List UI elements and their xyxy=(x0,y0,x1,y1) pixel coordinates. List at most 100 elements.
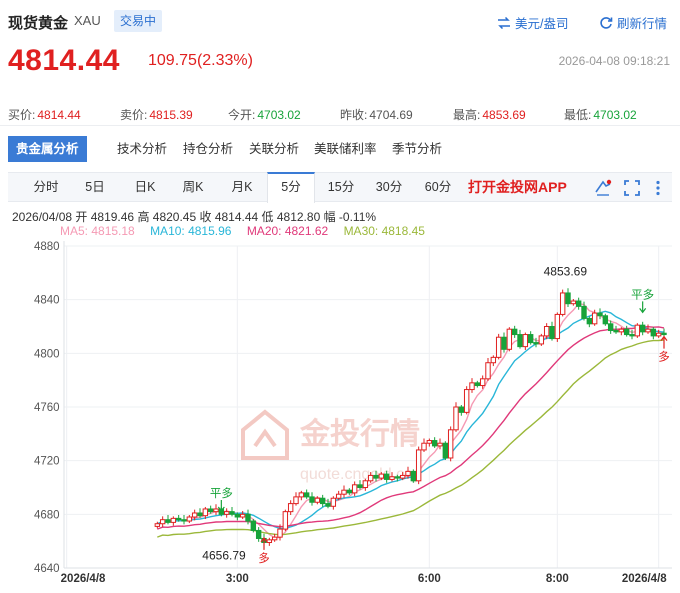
candle-body xyxy=(463,389,470,413)
fullscreen-icon[interactable] xyxy=(621,173,643,202)
candle-body xyxy=(250,520,257,531)
candle-body xyxy=(266,539,273,544)
unit-switch-link[interactable]: 美元/盎司 xyxy=(497,13,568,32)
y-tick-label: 4760 xyxy=(34,402,60,414)
watermark-logo xyxy=(241,409,289,460)
x-tick-label: 2026/4/8 xyxy=(61,573,106,585)
period-5min[interactable]: 5分 xyxy=(267,172,315,203)
low-price-label: 4656.79 xyxy=(202,548,246,562)
period-daily[interactable]: 日K xyxy=(121,173,169,202)
tab-technical[interactable]: 技术分析 xyxy=(117,136,167,162)
high-stat: 最高: 4853.69 xyxy=(453,106,526,123)
candle-body xyxy=(442,442,449,459)
tab-correlation[interactable]: 关联分析 xyxy=(249,136,299,162)
y-tick-label: 4720 xyxy=(34,456,60,468)
candle-body xyxy=(357,484,363,488)
candle-body xyxy=(154,523,161,527)
low-value: 4703.02 xyxy=(593,108,637,122)
candle-body xyxy=(623,328,630,336)
candle-body xyxy=(586,317,593,325)
high-label: 最高: xyxy=(453,108,481,122)
candle-body xyxy=(271,536,278,541)
candle-body xyxy=(655,332,662,337)
period-weekly[interactable]: 周K xyxy=(169,173,217,202)
prev-close-label: 昨收: xyxy=(340,108,368,122)
prev-close-value: 4704.69 xyxy=(369,108,413,122)
close-long-arrow xyxy=(639,301,647,314)
period-monthly[interactable]: 月K xyxy=(218,173,266,202)
candle-body xyxy=(490,356,497,364)
candle-body xyxy=(341,489,347,495)
kline-chart-area[interactable]: 金投行情 quote.cngold.org 4640 4680 4720 4760 48… xyxy=(0,236,680,593)
candle-body xyxy=(378,473,385,479)
candle-body xyxy=(239,513,246,518)
candle-body xyxy=(405,470,411,476)
candle-body xyxy=(538,335,545,345)
draw-tool-icon[interactable] xyxy=(592,173,614,202)
candle-body xyxy=(549,326,555,340)
bid-value: 4814.44 xyxy=(37,108,81,122)
candle-body xyxy=(159,519,166,525)
candle-body xyxy=(394,476,401,479)
candle-body xyxy=(255,529,262,539)
candle-body xyxy=(437,442,443,447)
candle-body xyxy=(287,503,294,513)
prev-close-stat: 昨收: 4704.69 xyxy=(340,106,413,123)
candle-body xyxy=(346,489,353,494)
more-icon[interactable] xyxy=(648,173,668,202)
candle-body xyxy=(293,496,299,505)
tab-seasonal[interactable]: 季节分析 xyxy=(392,136,442,162)
candle-body xyxy=(661,332,667,336)
candle-body xyxy=(410,470,417,482)
bid-label: 买价: xyxy=(8,108,36,122)
tab-precious-metals[interactable]: 贵金属分析 xyxy=(8,136,87,162)
high-price-label: 4853.69 xyxy=(544,264,588,278)
candle-body xyxy=(175,517,182,521)
quote-timestamp: 2026-04-08 09:18:21 xyxy=(558,54,670,68)
long-signal: 多 xyxy=(658,350,670,364)
candle-body xyxy=(607,323,614,332)
candle-body xyxy=(517,334,523,348)
candle-body xyxy=(570,300,577,305)
candle-body xyxy=(527,334,534,344)
period-5day[interactable]: 5日 xyxy=(71,173,119,202)
period-intraday[interactable]: 分时 xyxy=(22,173,70,202)
x-axis: 2026/4/8 3:00 6:00 8:00 2026/4/8 xyxy=(61,573,668,585)
candle-body xyxy=(597,312,603,317)
instrument-code: XAU xyxy=(74,13,101,28)
candle-body xyxy=(634,324,641,337)
candle-body xyxy=(650,328,657,337)
ask-stat: 卖价: 4815.39 xyxy=(120,106,193,123)
period-15min[interactable]: 15分 xyxy=(317,173,365,202)
period-30min[interactable]: 30分 xyxy=(365,173,413,202)
y-tick-label: 4640 xyxy=(34,563,60,575)
refresh-icon xyxy=(600,16,613,29)
period-selector: 分时 5日 日K 周K 月K 5分 15分 30分 60分 打开金投网APP xyxy=(8,172,672,203)
refresh-quote-link[interactable]: 刷新行情 xyxy=(599,13,667,32)
candle-body xyxy=(415,449,422,482)
candle-body xyxy=(501,336,507,350)
bar-info-line: 2026/04/08 开 4819.46 高 4820.45 收 4814.44… xyxy=(12,210,377,224)
ask-label: 卖价: xyxy=(120,108,148,122)
kline-chart[interactable]: 金投行情 quote.cngold.org 4640 4680 4720 4760 48… xyxy=(0,236,680,593)
open-app-link[interactable]: 打开金投网APP xyxy=(468,173,567,202)
refresh-link-label: 刷新行情 xyxy=(617,17,668,31)
low-label: 最低: xyxy=(564,108,592,122)
candle-body xyxy=(431,440,438,447)
candle-body xyxy=(554,313,561,340)
y-tick-label: 4880 xyxy=(34,241,60,253)
candle-body xyxy=(495,336,502,358)
tab-positions[interactable]: 持仓分析 xyxy=(183,136,233,162)
open-label: 今开: xyxy=(228,108,256,122)
candle-body xyxy=(170,517,177,523)
period-60min[interactable]: 60分 xyxy=(414,173,462,202)
candle-body xyxy=(389,476,395,480)
low-stat: 最低: 4703.02 xyxy=(564,106,637,123)
candle-body xyxy=(330,497,337,507)
candle-body xyxy=(309,496,315,503)
candle-body xyxy=(506,328,513,350)
candle-body xyxy=(245,513,251,522)
instrument-title: 现货黄金 xyxy=(8,15,69,32)
candle-body xyxy=(351,484,358,494)
tab-fed-rate[interactable]: 美联储利率 xyxy=(314,136,377,162)
